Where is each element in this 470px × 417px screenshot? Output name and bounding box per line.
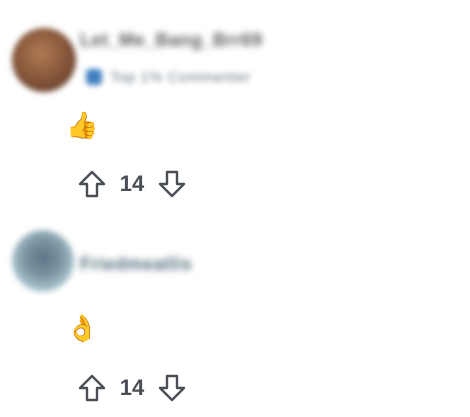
avatar[interactable]	[12, 230, 74, 292]
user-flair: Top 1% Commenter	[86, 66, 251, 88]
downvote-button[interactable]	[156, 370, 188, 406]
comment: Friedmeatlis 👌 14	[0, 212, 470, 417]
comment-body: 👍	[66, 110, 99, 140]
vote-score: 14	[119, 375, 145, 400]
arrow-down-icon	[158, 170, 186, 198]
upvote-button[interactable]	[76, 166, 108, 202]
comment-body: 👌	[66, 313, 99, 343]
comment: Let_Me_Bang_Brr69 Top 1% Commenter 👍 14	[0, 0, 470, 212]
arrow-down-icon	[158, 374, 186, 402]
flair-text: Top 1% Commenter	[110, 68, 251, 86]
username[interactable]: Friedmeatlis	[80, 254, 192, 275]
avatar[interactable]	[12, 28, 76, 92]
username[interactable]: Let_Me_Bang_Brr69	[80, 30, 263, 51]
arrow-up-icon	[78, 170, 106, 198]
vote-score: 14	[119, 171, 145, 196]
vote-bar: 14	[76, 166, 188, 202]
upvote-button[interactable]	[76, 370, 108, 406]
comment-thread: Let_Me_Bang_Brr69 Top 1% Commenter 👍 14 …	[0, 0, 470, 417]
arrow-up-icon	[78, 374, 106, 402]
downvote-button[interactable]	[156, 166, 188, 202]
vote-bar: 14	[76, 370, 188, 406]
badge-icon	[86, 69, 102, 85]
